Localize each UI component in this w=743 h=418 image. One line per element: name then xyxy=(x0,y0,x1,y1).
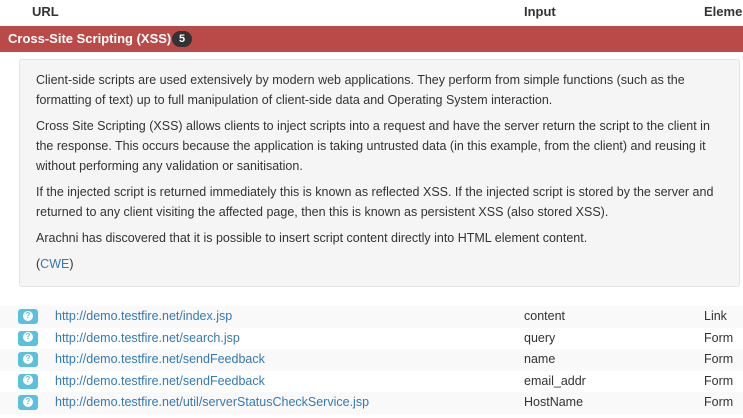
issue-url-link[interactable]: http://demo.testfire.net/sendFeedback xyxy=(55,352,265,366)
table-row: ? http://demo.testfire.net/sendFeedback … xyxy=(0,371,743,393)
table-row: ? http://demo.testfire.net/sendFeedback … xyxy=(0,349,743,371)
input-name: email_addr xyxy=(524,373,586,388)
cwe-link[interactable]: CWE xyxy=(40,257,69,271)
issue-category-bar[interactable]: Cross-Site Scripting (XSS) 5 xyxy=(0,26,743,52)
issue-url-link[interactable]: http://demo.testfire.net/index.jsp xyxy=(55,309,232,323)
input-column-header: Input xyxy=(524,4,556,19)
results-table: ? http://demo.testfire.net/index.jsp con… xyxy=(0,306,743,414)
issue-count-badge: 5 xyxy=(172,31,192,47)
paren-close: ) xyxy=(69,257,74,271)
report-page: URL Input Eleme Cross-Site Scripting (XS… xyxy=(0,0,743,418)
table-row: ? http://demo.testfire.net/util/serverSt… xyxy=(0,392,743,414)
references-line: (CWE) xyxy=(36,254,727,274)
issue-url-link[interactable]: http://demo.testfire.net/util/serverStat… xyxy=(55,395,369,409)
issue-url-link[interactable]: http://demo.testfire.net/sendFeedback xyxy=(55,374,265,388)
question-icon[interactable]: ? xyxy=(18,373,38,389)
element-type: Form xyxy=(704,373,734,388)
table-row: ? http://demo.testfire.net/index.jsp con… xyxy=(0,306,743,328)
element-type: Form xyxy=(704,352,734,366)
issue-url-link[interactable]: http://demo.testfire.net/search.jsp xyxy=(55,331,240,345)
issue-category-title: Cross-Site Scripting (XSS) xyxy=(8,31,172,46)
element-type: Link xyxy=(704,309,727,323)
table-row: ? http://demo.testfire.net/search.jsp qu… xyxy=(0,328,743,350)
question-icon[interactable]: ? xyxy=(18,309,38,324)
input-name: query xyxy=(524,330,556,345)
description-paragraph: Client-side scripts are used extensively… xyxy=(36,73,685,107)
input-name: name xyxy=(524,352,556,366)
question-icon[interactable]: ? xyxy=(18,395,38,410)
element-type: Form xyxy=(704,395,734,409)
question-icon[interactable]: ? xyxy=(18,330,38,346)
input-name: content xyxy=(524,309,566,323)
element-column-header: Eleme xyxy=(704,4,743,19)
description-paragraph: Arachni has discovered that it is possib… xyxy=(36,231,588,245)
issue-description-panel: Client-side scripts are used extensively… xyxy=(19,59,740,287)
element-type: Form xyxy=(704,330,734,345)
description-paragraph: Cross Site Scripting (XSS) allows client… xyxy=(36,119,710,173)
description-paragraph: If the injected script is returned immed… xyxy=(36,185,714,219)
input-name: HostName xyxy=(524,395,584,409)
url-column-header: URL xyxy=(32,4,59,19)
question-icon[interactable]: ? xyxy=(18,352,38,367)
table-header: URL Input Eleme xyxy=(0,0,743,26)
